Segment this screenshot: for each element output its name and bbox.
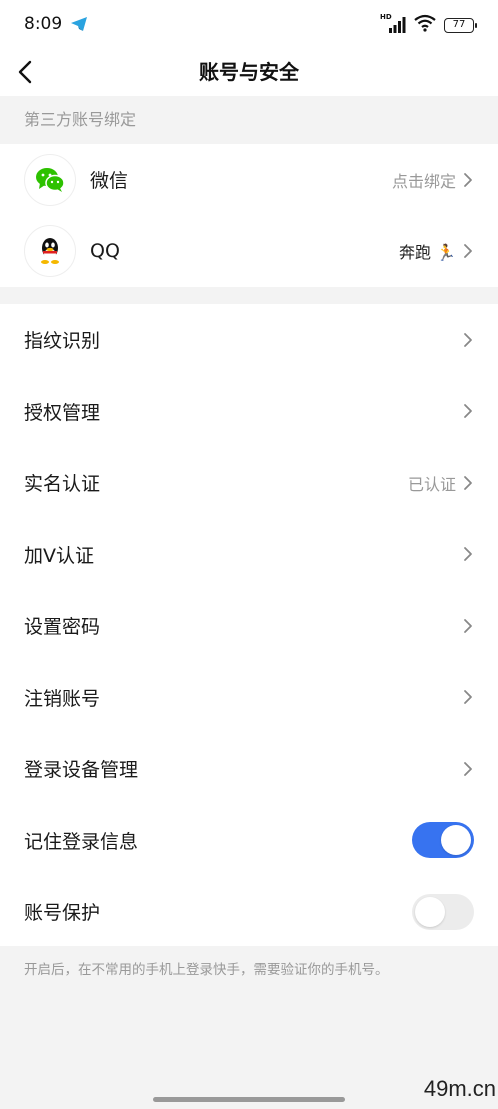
remember-login-toggle[interactable] xyxy=(412,822,474,859)
signal-icon: HD xyxy=(380,13,406,35)
security-group: 指纹识别 授权管理 实名认证 已认证 加V认证 设置密码 注销账号 登录设备管理… xyxy=(0,304,498,946)
battery-icon: 77 xyxy=(444,17,477,33)
v-verify-label: 加V认证 xyxy=(24,544,94,567)
account-protection-toggle[interactable] xyxy=(412,893,474,930)
wechat-status: 点击绑定 xyxy=(391,171,456,191)
delete-account-label: 注销账号 xyxy=(24,687,101,710)
remember-login-row: 记住登录信息 xyxy=(0,805,498,877)
home-indicator[interactable] xyxy=(153,1097,345,1102)
delete-account-row[interactable]: 注销账号 xyxy=(0,662,498,734)
account-protection-row: 账号保护 xyxy=(0,876,498,948)
wifi-icon xyxy=(414,14,436,36)
qq-avatar xyxy=(24,225,76,278)
v-verify-row[interactable]: 加V认证 xyxy=(0,519,498,591)
section-label-third-party: 第三方账号绑定 xyxy=(0,96,498,144)
qq-bind-row[interactable]: QQ 奔跑 🏃 xyxy=(0,216,498,288)
chevron-right-icon xyxy=(464,332,472,347)
wechat-avatar xyxy=(24,153,76,206)
authorization-row[interactable]: 授权管理 xyxy=(0,376,498,448)
account-protection-label: 账号保护 xyxy=(24,902,101,925)
status-bar: 8:09 HD 77 xyxy=(0,0,498,50)
chevron-right-icon xyxy=(464,690,472,705)
qq-label: QQ xyxy=(90,240,120,263)
telegram-icon xyxy=(70,16,88,36)
chevron-right-icon xyxy=(464,618,472,633)
fingerprint-label: 指纹识别 xyxy=(24,330,101,353)
chevron-right-icon xyxy=(464,404,472,419)
fingerprint-row[interactable]: 指纹识别 xyxy=(0,304,498,376)
real-name-status: 已认证 xyxy=(407,474,456,494)
device-management-label: 登录设备管理 xyxy=(24,759,139,782)
account-protection-note: 开启后，在不常用的手机上登录快手，需要验证你的手机号。 xyxy=(24,962,389,978)
watermark: 49m.cn xyxy=(423,1076,496,1101)
status-time: 8:09 xyxy=(24,14,63,34)
remember-login-label: 记住登录信息 xyxy=(24,830,139,853)
chevron-right-icon xyxy=(464,244,472,259)
wechat-bind-row[interactable]: 微信 点击绑定 xyxy=(0,144,498,216)
wechat-icon xyxy=(36,167,65,192)
chevron-right-icon xyxy=(464,547,472,562)
set-password-label: 设置密码 xyxy=(24,616,101,639)
device-management-row[interactable]: 登录设备管理 xyxy=(0,733,498,805)
real-name-label: 实名认证 xyxy=(24,473,101,496)
page-title: 账号与安全 xyxy=(199,60,299,84)
qq-icon xyxy=(41,238,59,265)
set-password-row[interactable]: 设置密码 xyxy=(0,590,498,662)
chevron-right-icon xyxy=(464,475,472,490)
chevron-right-icon xyxy=(464,761,472,776)
toggle-knob xyxy=(441,825,471,856)
wechat-label: 微信 xyxy=(90,170,129,193)
status-right: HD 77 xyxy=(380,13,477,36)
third-party-group: 微信 点击绑定 QQ 奔跑 🏃 xyxy=(0,144,498,287)
authorization-label: 授权管理 xyxy=(24,401,101,424)
nav-bar: 账号与安全 xyxy=(0,50,498,96)
toggle-knob xyxy=(415,896,445,927)
real-name-row[interactable]: 实名认证 已认证 xyxy=(0,447,498,519)
qq-nickname: 奔跑 🏃 xyxy=(398,243,456,263)
chevron-right-icon xyxy=(464,172,472,187)
